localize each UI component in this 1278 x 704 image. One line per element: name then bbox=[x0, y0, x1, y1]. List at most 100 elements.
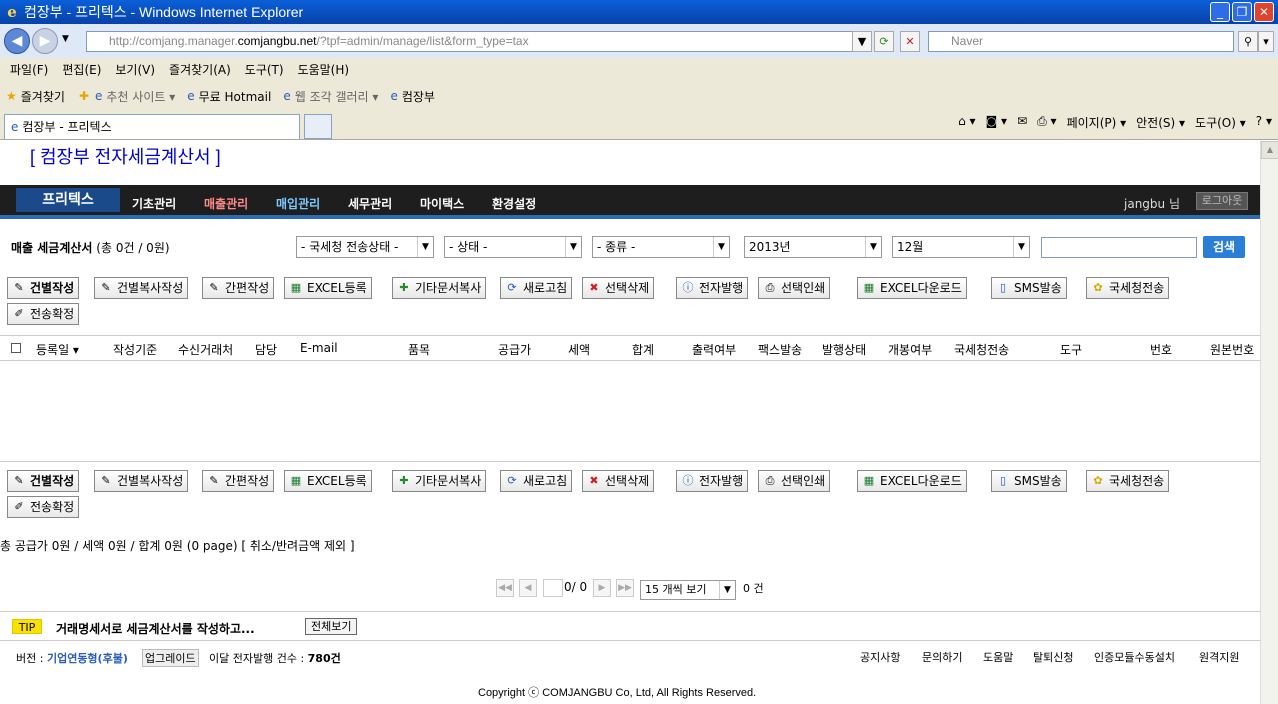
history-dropdown-icon[interactable]: ▼ bbox=[62, 34, 69, 44]
nav-settings[interactable]: 환경설정 bbox=[492, 195, 536, 212]
menu-help[interactable]: 도움말(H) bbox=[298, 61, 350, 78]
page-number-input[interactable] bbox=[543, 579, 563, 597]
scroll-up-icon[interactable]: ▲ bbox=[1261, 141, 1278, 159]
nav-mytax[interactable]: 마이택스 bbox=[420, 195, 464, 212]
nts-status-select[interactable]: - 국세청 전송상태 - ▼ bbox=[296, 236, 434, 258]
excel-download-button[interactable]: ▦ EXCEL다운로드 bbox=[857, 470, 967, 492]
home-icon[interactable]: ⌂ ▾ bbox=[958, 114, 975, 131]
footer-notice[interactable]: 공지사항 bbox=[860, 649, 900, 665]
print-icon[interactable]: ⎙ ▾ bbox=[1037, 114, 1056, 131]
site-brand[interactable]: [ 컴장부 전자세금계산서 ] bbox=[30, 143, 221, 169]
confirm-send-button[interactable]: ✐ 전송확정 bbox=[7, 496, 80, 518]
quick-create-button[interactable]: ✎ 간편작성 bbox=[202, 277, 275, 299]
forward-button[interactable]: ▶ bbox=[32, 28, 58, 54]
prev-page-button[interactable]: ◀ bbox=[519, 579, 537, 597]
copy-create-button[interactable]: ✎ 건별복사작성 bbox=[94, 470, 189, 492]
nts-send-button[interactable]: ✿ 국세청전송 bbox=[1086, 470, 1170, 492]
page-menu[interactable]: 페이지(P) ▾ bbox=[1067, 114, 1127, 131]
address-dropdown-button[interactable]: ▼ bbox=[852, 31, 872, 52]
e-issue-button[interactable]: ⓘ 전자발행 bbox=[676, 470, 749, 492]
month-select[interactable]: 12월 ▼ bbox=[892, 236, 1030, 258]
excel-register-button[interactable]: ▦ EXCEL등록 bbox=[284, 277, 372, 299]
refresh-button[interactable]: ⟳ bbox=[874, 31, 894, 52]
last-page-button[interactable]: ▶▶ bbox=[616, 579, 634, 597]
search-button[interactable]: 검색 bbox=[1203, 236, 1245, 258]
maximize-button[interactable]: ❐ bbox=[1232, 2, 1252, 22]
footer-withdraw[interactable]: 탈퇴신청 bbox=[1033, 649, 1073, 665]
footer-remote-support[interactable]: 원격지원 bbox=[1199, 649, 1239, 665]
help-icon[interactable]: ? ▾ bbox=[1256, 114, 1272, 131]
fav-web-slice-gallery[interactable]: 웹 조각 갤러리 ▾ bbox=[295, 88, 379, 105]
nts-send-button[interactable]: ✿ 국세청전송 bbox=[1086, 277, 1170, 299]
col-reg-date[interactable]: 등록일 ▾ bbox=[36, 341, 79, 358]
site-logo[interactable]: 프리텍스 bbox=[16, 188, 120, 212]
menu-file[interactable]: 파일(F) bbox=[10, 61, 48, 78]
back-button[interactable]: ◀ bbox=[4, 28, 30, 54]
upgrade-button[interactable]: 업그레이드 bbox=[142, 649, 199, 667]
footer-inquiry[interactable]: 문의하기 bbox=[922, 649, 962, 665]
create-button[interactable]: ✎ 건별작성 bbox=[7, 277, 80, 299]
quick-create-button[interactable]: ✎ 간편작성 bbox=[202, 470, 275, 492]
excel-register-button[interactable]: ▦ EXCEL등록 bbox=[284, 470, 372, 492]
printer-icon: ⎙ bbox=[765, 281, 775, 294]
search-options-button[interactable]: ▾ bbox=[1258, 31, 1274, 52]
next-page-button[interactable]: ▶ bbox=[593, 579, 611, 597]
footer-version: 버전 : 기업연동형(후불) bbox=[16, 652, 128, 665]
add-favorite-icon[interactable]: ✚ bbox=[79, 89, 89, 103]
refresh-list-button[interactable]: ⟳ 새로고침 bbox=[500, 277, 573, 299]
print-selected-button[interactable]: ⎙ 선택인쇄 bbox=[758, 277, 831, 299]
menu-tools[interactable]: 도구(T) bbox=[245, 61, 284, 78]
tab-active[interactable]: e 컴장부 - 프리텍스 bbox=[4, 114, 300, 139]
new-tab-button[interactable] bbox=[304, 114, 332, 139]
footer-cert-install[interactable]: 인증모듈수동설치 bbox=[1094, 649, 1175, 665]
delete-selected-button[interactable]: ✖ 선택삭제 bbox=[582, 470, 655, 492]
footer-help[interactable]: 도움말 bbox=[983, 649, 1013, 665]
first-page-button[interactable]: ◀◀ bbox=[496, 579, 514, 597]
search-go-button[interactable]: ⚲ bbox=[1238, 31, 1258, 52]
keyword-input[interactable] bbox=[1041, 237, 1197, 258]
fav-hotmail[interactable]: 무료 Hotmail bbox=[199, 88, 272, 105]
top-navigation: 프리텍스 기초관리 매출관리 매입관리 세무관리 마이택스 환경설정 jangb… bbox=[0, 185, 1260, 219]
minimize-button[interactable]: _ bbox=[1210, 2, 1230, 22]
delete-selected-button[interactable]: ✖ 선택삭제 bbox=[582, 277, 655, 299]
confirm-send-button[interactable]: ✐ 전송확정 bbox=[7, 303, 80, 325]
nav-basic[interactable]: 기초관리 bbox=[132, 195, 176, 212]
copy-create-button[interactable]: ✎ 건별복사작성 bbox=[94, 277, 189, 299]
refresh-list-button[interactable]: ⟳ 새로고침 bbox=[500, 470, 573, 492]
print-selected-button[interactable]: ⎙ 선택인쇄 bbox=[758, 470, 831, 492]
logout-button[interactable]: 로그아웃 bbox=[1196, 192, 1248, 210]
search-box[interactable]: Naver bbox=[928, 31, 1234, 52]
select-all-checkbox[interactable] bbox=[11, 343, 21, 353]
copy-other-doc-button[interactable]: ✚ 기타문서복사 bbox=[392, 277, 487, 299]
stop-button[interactable]: ✕ bbox=[900, 31, 920, 52]
favorites-button[interactable]: 즐겨찾기 bbox=[21, 88, 65, 105]
type-select[interactable]: - 종류 - ▼ bbox=[592, 236, 730, 258]
nav-sales[interactable]: 매출관리 bbox=[204, 195, 248, 212]
fav-comjangbu[interactable]: 컴장부 bbox=[402, 88, 435, 105]
sms-send-button[interactable]: ▯ SMS발송 bbox=[991, 470, 1067, 492]
page-size-select[interactable]: 15 개씩 보기 ▼ bbox=[640, 580, 736, 600]
view-all-button[interactable]: 전체보기 bbox=[305, 618, 358, 635]
nav-tax[interactable]: 세무관리 bbox=[348, 195, 392, 212]
sms-send-button[interactable]: ▯ SMS발송 bbox=[991, 277, 1067, 299]
e-issue-button[interactable]: ⓘ 전자발행 bbox=[676, 277, 749, 299]
copy-other-doc-button[interactable]: ✚ 기타문서복사 bbox=[392, 470, 487, 492]
nav-purchase[interactable]: 매입관리 bbox=[276, 195, 320, 212]
vertical-scrollbar[interactable]: ▲ bbox=[1260, 141, 1278, 704]
menu-edit[interactable]: 편집(E) bbox=[62, 61, 101, 78]
status-select[interactable]: - 상태 - ▼ bbox=[444, 236, 582, 258]
create-button[interactable]: ✎ 건별작성 bbox=[7, 470, 80, 492]
year-select[interactable]: 2013년 ▼ bbox=[744, 236, 882, 258]
fav-suggested-sites[interactable]: 추천 사이트 ▾ bbox=[106, 88, 175, 105]
menu-favorites[interactable]: 즐겨찾기(A) bbox=[169, 61, 231, 78]
address-bar[interactable]: http://comjang.manager.comjangbu.net/?tp… bbox=[86, 31, 868, 52]
menu-view[interactable]: 보기(V) bbox=[115, 61, 155, 78]
close-button[interactable]: ✕ bbox=[1254, 2, 1274, 22]
feeds-icon[interactable]: ◙ ▾ bbox=[986, 114, 1007, 131]
tip-text[interactable]: 거래명세서로 세금계산서를 작성하고... bbox=[56, 620, 255, 637]
document-add-icon: ✚ bbox=[399, 281, 409, 294]
excel-download-button[interactable]: ▦ EXCEL다운로드 bbox=[857, 277, 967, 299]
mail-icon[interactable]: ✉ bbox=[1017, 114, 1027, 131]
safety-menu[interactable]: 안전(S) ▾ bbox=[1136, 114, 1185, 131]
tools-menu[interactable]: 도구(O) ▾ bbox=[1195, 114, 1246, 131]
